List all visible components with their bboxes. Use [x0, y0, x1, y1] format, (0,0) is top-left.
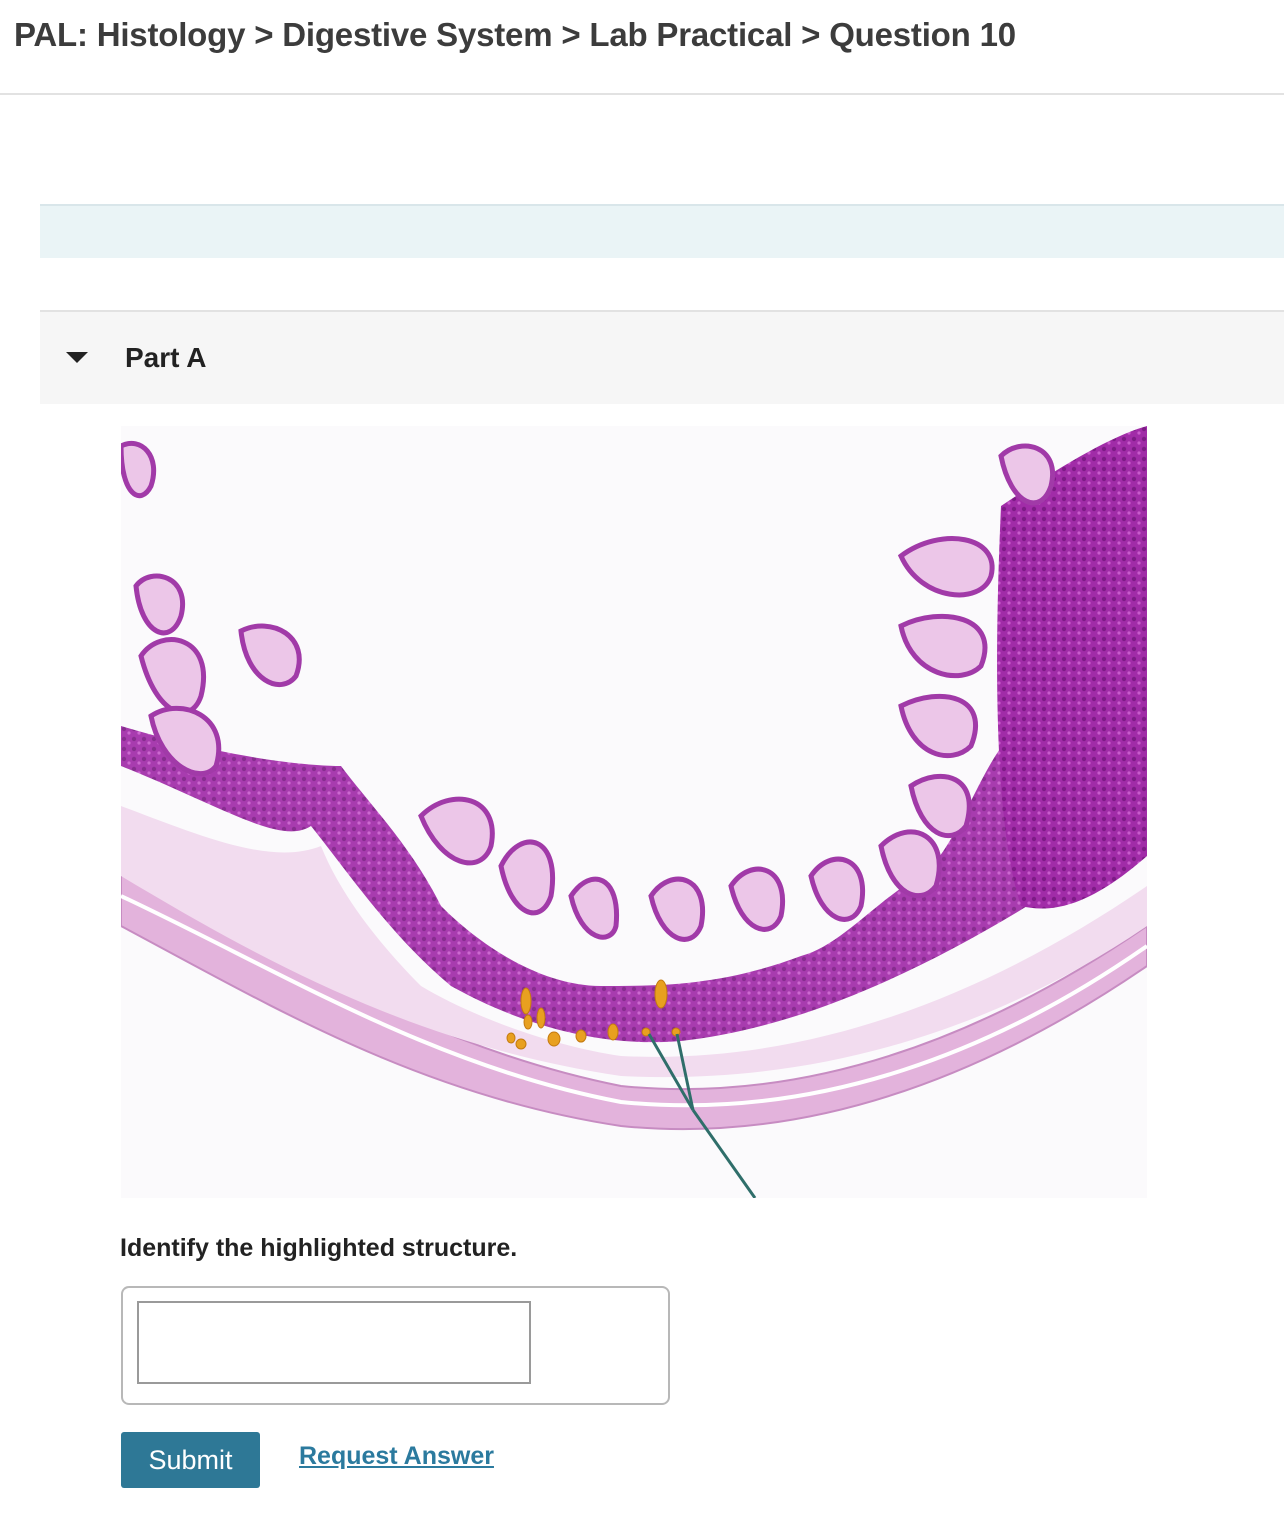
question-prompt: Identify the highlighted structure.	[120, 1234, 518, 1262]
submit-button[interactable]: Submit	[121, 1432, 260, 1488]
answer-input[interactable]	[137, 1301, 531, 1384]
breadcrumb: PAL: Histology > Digestive System > Lab …	[14, 16, 1016, 53]
collapse-triangle-icon[interactable]	[66, 352, 88, 363]
answer-container	[121, 1286, 670, 1405]
part-label: Part A	[125, 342, 207, 373]
request-answer-link[interactable]: Request Answer	[299, 1442, 494, 1471]
info-band	[40, 204, 1284, 258]
histology-image	[121, 426, 1147, 1198]
part-a-header[interactable]: Part A	[40, 310, 1284, 404]
page-header: PAL: Histology > Digestive System > Lab …	[0, 0, 1284, 95]
